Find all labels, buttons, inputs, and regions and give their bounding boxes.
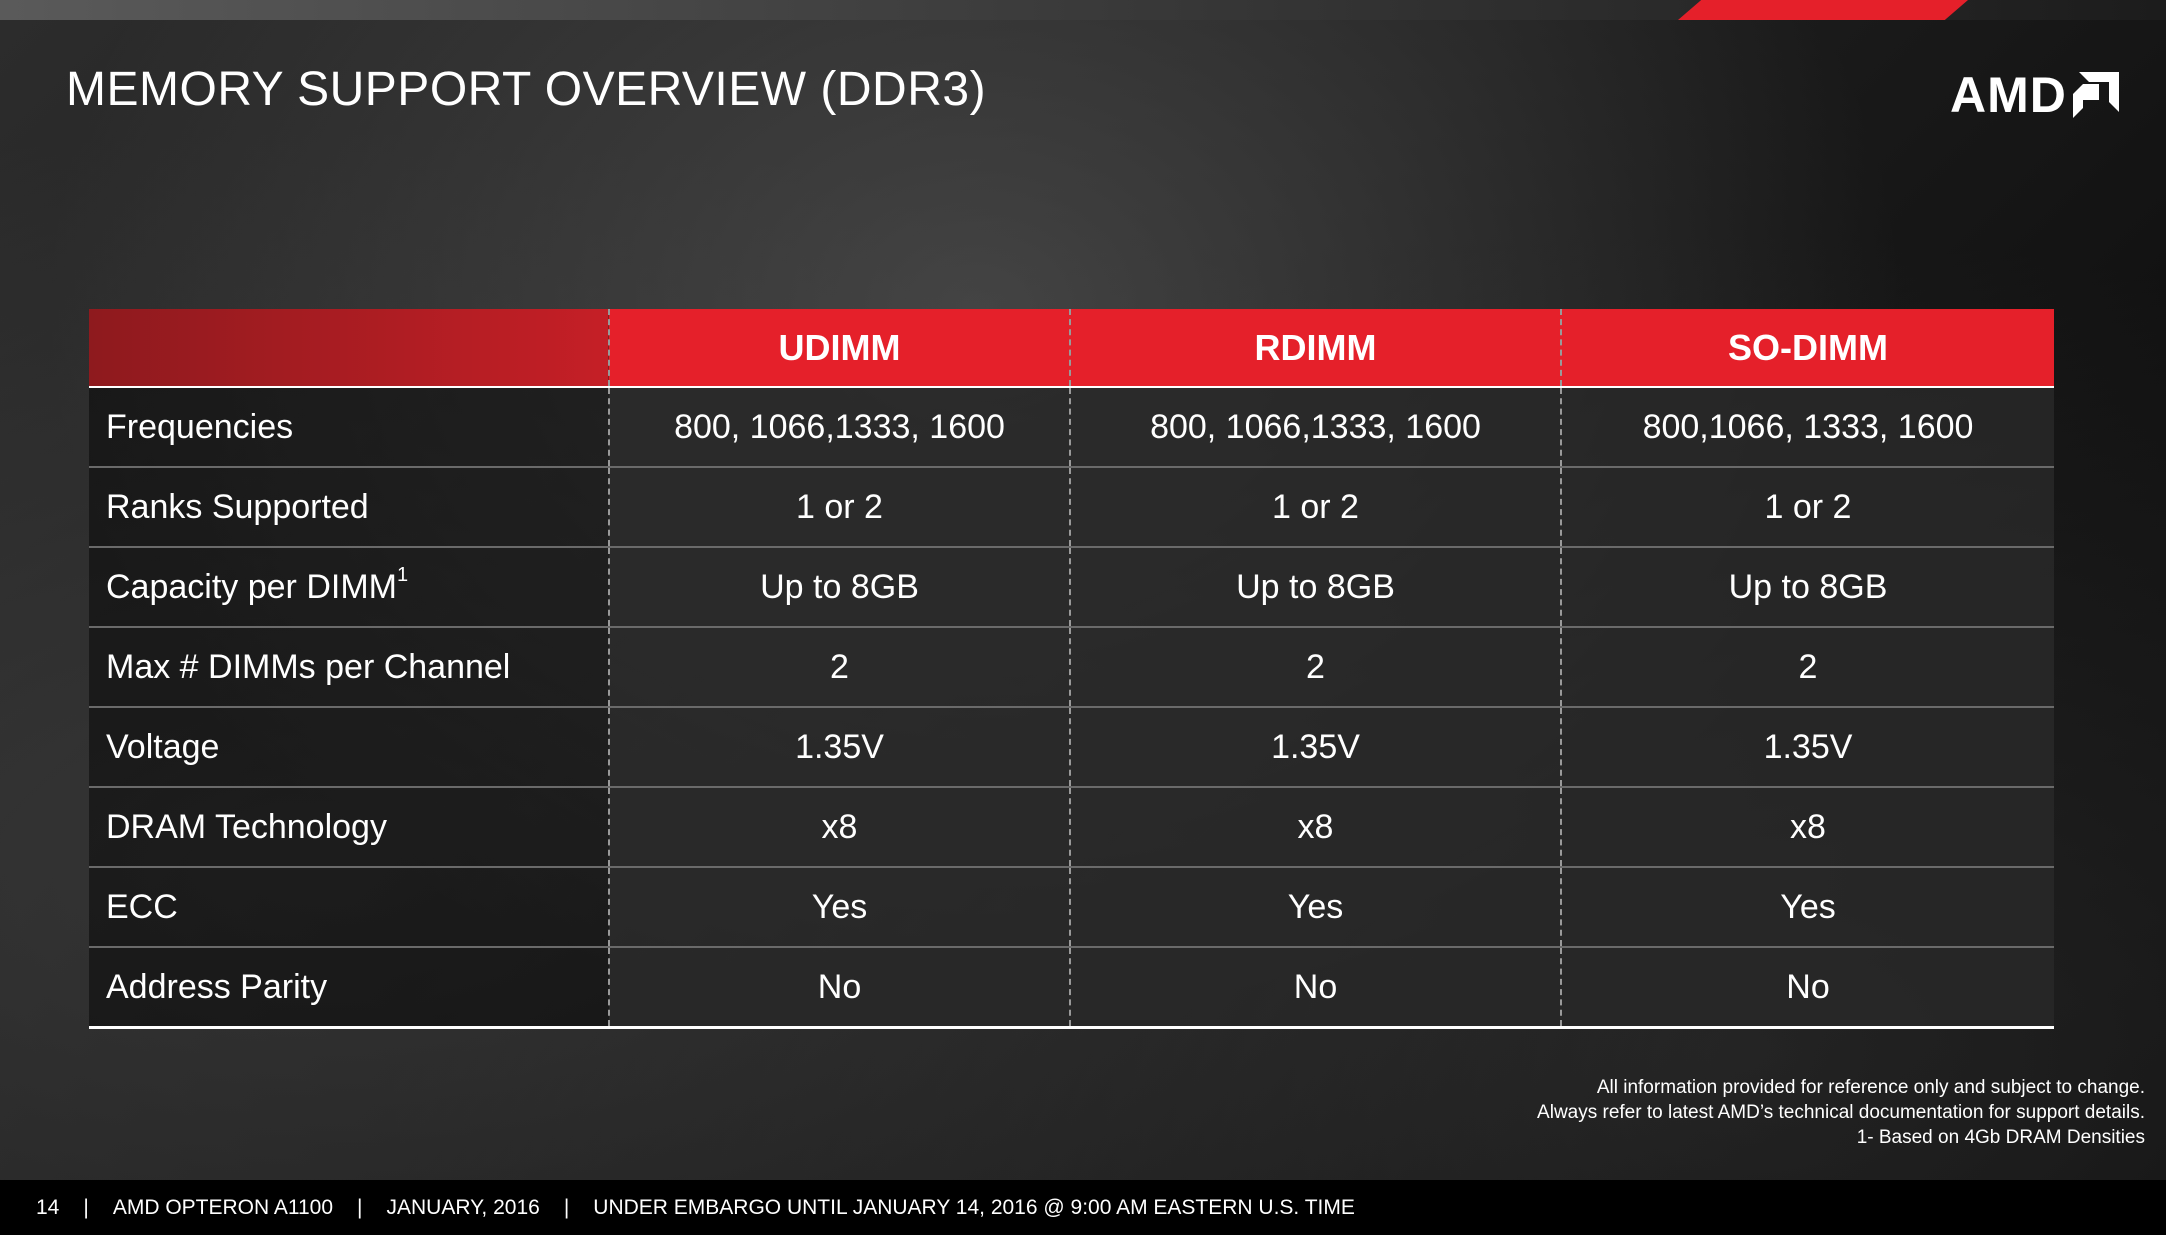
footer-embargo: UNDER EMBARGO UNTIL JANUARY 14, 2016 @ 9…	[593, 1195, 1355, 1219]
table-row: ECC Yes Yes Yes	[89, 866, 2054, 947]
red-accent-slash	[1678, 0, 1968, 20]
amd-arrow-icon	[2072, 72, 2119, 118]
footer-separator: |	[357, 1195, 363, 1219]
table-cell: 800, 1066,1333, 1600	[1069, 386, 1561, 467]
footnote-line: 1- Based on 4Gb DRAM Densities	[1856, 1127, 2145, 1148]
table-row: Ranks Supported 1 or 2 1 or 2 1 or 2	[89, 466, 2054, 547]
footer-separator: |	[563, 1195, 570, 1219]
row-label: Voltage	[89, 706, 609, 787]
row-label: Max # DIMMs per Channel	[89, 626, 609, 707]
table-cell: Up to 8GB	[1069, 546, 1561, 627]
footer-bar: 14 | AMD OPTERON A1100 | JANUARY, 2016 |…	[0, 1180, 2166, 1235]
memory-support-table: UDIMM RDIMM SO-DIMM Frequencies 800, 106…	[89, 309, 2054, 1029]
table-cell: Up to 8GB	[608, 546, 1070, 627]
table-cell: 1 or 2	[1069, 466, 1561, 547]
amd-logo-text: AMD	[1950, 67, 2067, 123]
column-header-rdimm: RDIMM	[1069, 309, 1561, 388]
row-label: Address Parity	[89, 946, 609, 1029]
page-title: MEMORY SUPPORT OVERVIEW (DDR3)	[66, 63, 987, 116]
table-row: Max # DIMMs per Channel 2 2 2	[89, 626, 2054, 707]
disclaimer-line: Always refer to latest AMD’s technical d…	[1537, 1102, 2145, 1123]
page-number: 14	[36, 1195, 60, 1219]
table-cell: Yes	[608, 866, 1070, 947]
header-corner-cell	[89, 309, 609, 388]
table-cell: No	[1069, 946, 1561, 1029]
footnote-marker: 1	[396, 563, 409, 586]
table-row: DRAM Technology x8 x8 x8	[89, 786, 2054, 867]
table-cell: Yes	[1560, 866, 2054, 947]
table-cell: 1.35V	[1560, 706, 2054, 787]
table-header-row: UDIMM RDIMM SO-DIMM	[89, 309, 2054, 388]
column-header-so-dimm: SO-DIMM	[1560, 309, 2054, 388]
table-cell: 2	[1069, 626, 1561, 707]
table-row: Address Parity No No No	[89, 946, 2054, 1029]
table-cell: 800,1066, 1333, 1600	[1560, 386, 2054, 467]
table-cell: 1 or 2	[608, 466, 1070, 547]
row-label: DRAM Technology	[89, 786, 609, 867]
footer-separator: |	[83, 1195, 89, 1219]
row-label: Frequencies	[89, 386, 609, 467]
row-label: ECC	[89, 866, 609, 947]
table-cell: 1.35V	[608, 706, 1070, 787]
amd-logo: AMD	[1950, 70, 2119, 120]
table-cell: x8	[1069, 786, 1561, 867]
table-row: Voltage 1.35V 1.35V 1.35V	[89, 706, 2054, 787]
table-cell: 1.35V	[1069, 706, 1561, 787]
table-cell: No	[1560, 946, 2054, 1029]
footer-product: AMD OPTERON A1100	[112, 1195, 334, 1219]
row-label: Capacity per DIMM	[106, 567, 397, 606]
table-row: Frequencies 800, 1066,1333, 1600 800, 10…	[89, 386, 2054, 467]
table-cell: Up to 8GB	[1560, 546, 2054, 627]
row-label-cell: Capacity per DIMM1	[89, 546, 609, 627]
footer-date: JANUARY, 2016	[386, 1195, 540, 1219]
table-cell: 2	[608, 626, 1070, 707]
disclaimer-line: All information provided for reference o…	[1596, 1077, 2145, 1098]
table-row: Capacity per DIMM1 Up to 8GB Up to 8GB U…	[89, 546, 2054, 627]
table-cell: 800, 1066,1333, 1600	[608, 386, 1070, 467]
disclaimer-notes: All information provided for reference o…	[1537, 1075, 2145, 1150]
table-cell: 1 or 2	[1560, 466, 2054, 547]
table-cell: No	[608, 946, 1070, 1029]
table-cell: Yes	[1069, 866, 1561, 947]
table-cell: x8	[608, 786, 1070, 867]
table-cell: 2	[1560, 626, 2054, 707]
table-cell: x8	[1560, 786, 2054, 867]
column-header-udimm: UDIMM	[608, 309, 1070, 388]
row-label: Ranks Supported	[89, 466, 609, 547]
